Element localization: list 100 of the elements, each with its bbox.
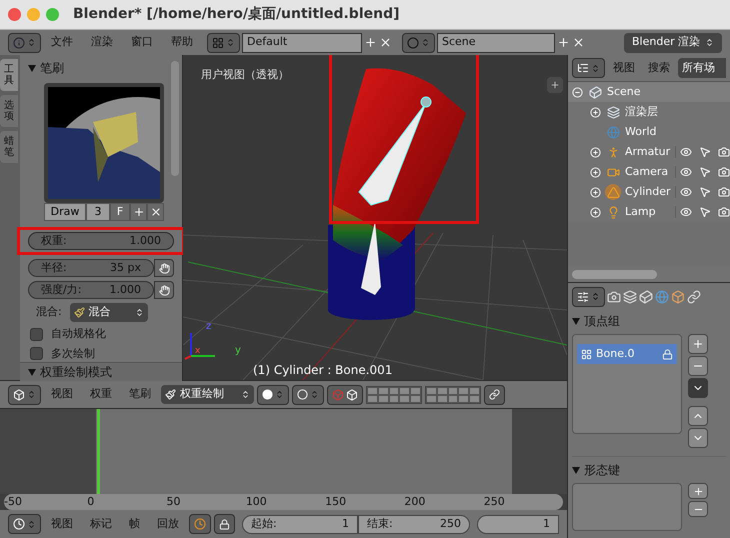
close-icon[interactable]: [572, 36, 585, 49]
brush-name-field[interactable]: Draw: [44, 203, 86, 221]
menu-item[interactable]: 视图: [44, 516, 80, 532]
pressure-button[interactable]: [154, 259, 174, 277]
render-engine-dropdown[interactable]: Blender 渲染: [624, 32, 722, 52]
add-button[interactable]: [547, 77, 563, 93]
collapse-icon[interactable]: [572, 86, 583, 98]
current-frame-field[interactable]: 1: [477, 514, 559, 534]
cube-icon[interactable]: [639, 290, 653, 304]
info-icon: [13, 36, 25, 48]
add-icon[interactable]: [557, 36, 570, 49]
side-tab[interactable]: 工具: [0, 59, 18, 91]
outliner-row[interactable]: Armatur: [568, 142, 730, 162]
expand-icon[interactable]: [590, 186, 601, 198]
number-field[interactable]: 强度/力: 1.000: [28, 281, 154, 299]
expand-icon[interactable]: [590, 206, 601, 218]
menu-item[interactable]: 帮助: [163, 34, 201, 51]
remove-button[interactable]: [688, 501, 708, 517]
scene-field[interactable]: Scene: [437, 32, 555, 52]
unlink-brush-button[interactable]: [147, 203, 164, 221]
end-frame-field[interactable]: 结束: 250: [358, 514, 470, 534]
menu-item[interactable]: 视图: [44, 386, 80, 403]
outliner-row[interactable]: Camera: [568, 162, 730, 182]
collapse-triangle-icon[interactable]: [28, 368, 36, 376]
eye-icon[interactable]: [680, 166, 692, 178]
scrollbar[interactable]: [171, 61, 179, 176]
fake-user-button[interactable]: F: [110, 203, 130, 221]
outliner-row[interactable]: Cylinder: [568, 182, 730, 202]
collapse-triangle-icon[interactable]: [28, 64, 36, 72]
menu-item[interactable]: 文件: [43, 34, 81, 51]
number-field[interactable]: 权重: 1.000: [28, 232, 174, 250]
editor-type-button[interactable]: [572, 286, 605, 306]
pointer-icon[interactable]: [699, 186, 711, 198]
snap-button[interactable]: [484, 384, 505, 404]
pointer-icon[interactable]: [699, 146, 711, 158]
eye-icon[interactable]: [680, 206, 692, 218]
move-up-button[interactable]: [688, 406, 708, 426]
layers-icon: [606, 106, 620, 118]
editor-type-button[interactable]: [8, 384, 41, 404]
camera-icon[interactable]: [607, 290, 621, 304]
eye-icon[interactable]: [680, 186, 692, 198]
add-button[interactable]: [688, 483, 708, 499]
pointer-icon[interactable]: [699, 206, 711, 218]
filter-dropdown[interactable]: 所有场: [678, 58, 726, 78]
close-icon[interactable]: [379, 36, 392, 49]
outliner-row[interactable]: Scene: [568, 82, 730, 102]
outliner-row[interactable]: 渲染层: [568, 102, 730, 122]
side-tab[interactable]: 选项: [0, 95, 18, 127]
menu-button[interactable]: [688, 378, 708, 398]
scrollbar[interactable]: [572, 270, 657, 278]
layout-icon: [212, 36, 224, 48]
menu-item[interactable]: 搜索: [643, 60, 675, 76]
close-icon[interactable]: [8, 8, 21, 21]
move-down-button[interactable]: [688, 428, 708, 448]
screen-layout-button[interactable]: [207, 32, 240, 52]
menu-item[interactable]: 视图: [608, 60, 640, 76]
eye-icon[interactable]: [680, 146, 692, 158]
shading-button[interactable]: [257, 384, 289, 404]
menu-item[interactable]: 笔刷: [122, 386, 158, 403]
users-count[interactable]: 3: [86, 203, 110, 221]
expand-icon[interactable]: [590, 106, 601, 118]
video-camera-icon: [606, 166, 620, 178]
mode-dropdown[interactable]: 权重绘制: [161, 385, 254, 404]
menu-item[interactable]: 标记: [83, 516, 119, 532]
expand-icon[interactable]: [590, 146, 601, 158]
pointer-icon[interactable]: [699, 166, 711, 178]
menu-item[interactable]: 回放: [150, 516, 186, 532]
vertex-group-item[interactable]: Bone.0: [577, 344, 677, 364]
add-button[interactable]: [688, 334, 708, 354]
menu-item[interactable]: 窗口: [123, 34, 161, 51]
lock-button[interactable]: [214, 514, 235, 534]
scene-type-button[interactable]: [402, 32, 435, 52]
mask-button[interactable]: [327, 384, 363, 404]
outliner-row[interactable]: World: [568, 122, 730, 142]
menu-item[interactable]: 帧: [122, 516, 147, 532]
add-icon[interactable]: [364, 36, 377, 49]
lock-icon[interactable]: [662, 348, 673, 360]
side-tab[interactable]: 蜡笔: [0, 131, 18, 163]
layers-icon[interactable]: [623, 290, 637, 304]
pressure-button[interactable]: [154, 281, 174, 299]
collapse-triangle-icon[interactable]: [572, 318, 580, 324]
pivot-button[interactable]: [292, 384, 324, 404]
checkbox[interactable]: [30, 347, 43, 360]
link-icon[interactable]: [687, 290, 701, 304]
panel-header[interactable]: 权重绘制模式: [20, 362, 182, 381]
outliner-row[interactable]: Lamp: [568, 202, 730, 222]
layout-field[interactable]: Default: [242, 32, 362, 52]
close-icon: [150, 206, 162, 218]
editor-type-button[interactable]: [8, 514, 41, 534]
blend-dropdown[interactable]: 混合: [70, 303, 148, 322]
menu-item[interactable]: 权重: [83, 386, 119, 403]
checkbox[interactable]: [30, 328, 43, 341]
editor-type-button[interactable]: [572, 58, 605, 78]
number-field[interactable]: 半径: 35 px: [28, 259, 154, 277]
new-brush-button[interactable]: [130, 203, 147, 221]
menu-item[interactable]: 渲染: [83, 34, 121, 51]
expand-icon[interactable]: [590, 166, 601, 178]
keying-button[interactable]: [189, 514, 211, 534]
start-frame-field[interactable]: 起始: 1: [242, 514, 358, 534]
collapse-triangle-icon[interactable]: [572, 466, 580, 474]
